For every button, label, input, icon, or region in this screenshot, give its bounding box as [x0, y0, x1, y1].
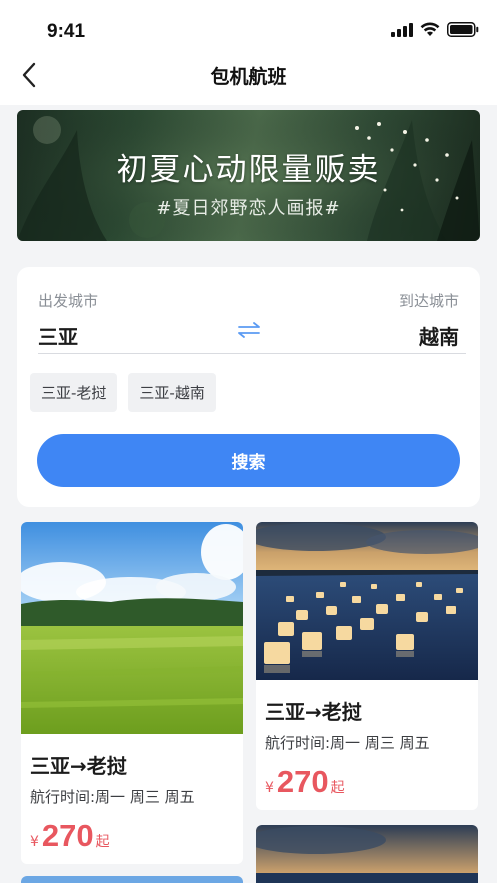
arrival-city-field[interactable]: 越南 [419, 321, 459, 350]
history-chip[interactable]: 三亚-越南 [128, 373, 216, 412]
route-schedule: 航行时间:周一 周三 周五 [265, 734, 430, 752]
swap-arrows-icon [238, 322, 260, 338]
route-title: 三亚→老挝 [265, 700, 362, 724]
lanterns-on-water-photo [256, 825, 478, 883]
flight-search-card: 出发城市 到达城市 三亚 越南 三亚-老挝 三亚-越南 搜索 [17, 267, 480, 507]
rice-field-photo [21, 522, 243, 734]
route-card[interactable]: 三亚→老挝 航行时间:周一 周三 周五 ¥ 270 起 [21, 522, 243, 864]
nav-bar: 包机航班 [0, 50, 497, 105]
price-suffix: 起 [95, 834, 110, 850]
route-price: ¥ 270 起 [30, 818, 110, 854]
search-button[interactable]: 搜索 [37, 434, 460, 487]
signal-icon [391, 22, 413, 37]
route-card[interactable]: 三亚→老挝 航行时间:周一 周三 周五 ¥ 270 起 [256, 522, 478, 810]
price-value: 270 [41, 818, 94, 853]
price-suffix: 起 [330, 780, 345, 796]
status-icons [391, 22, 479, 37]
route-price: ¥ 270 起 [265, 764, 345, 800]
price-value: 270 [276, 764, 329, 799]
route-card-partial[interactable] [256, 825, 478, 883]
battery-icon [447, 22, 479, 37]
divider [38, 353, 466, 354]
arrival-city-label: 到达城市 [398, 292, 459, 310]
route-schedule: 航行时间:周一 周三 周五 [30, 788, 195, 806]
history-chip[interactable]: 三亚-老挝 [30, 373, 118, 412]
lanterns-on-water-photo [256, 522, 478, 680]
search-history: 三亚-老挝 三亚-越南 [30, 373, 216, 412]
route-title: 三亚→老挝 [30, 754, 127, 778]
price-currency: ¥ [265, 780, 274, 796]
promo-banner[interactable]: 初夏心动限量贩卖 #夏日郊野恋人画报# [17, 110, 480, 241]
route-card-partial[interactable] [21, 876, 243, 883]
page-title: 包机航班 [210, 66, 287, 88]
departure-city-label: 出发城市 [38, 292, 99, 310]
swap-cities-button[interactable] [235, 320, 263, 340]
departure-city-field[interactable]: 三亚 [38, 321, 78, 350]
status-time: 9:41 [47, 21, 86, 42]
banner-title: 初夏心动限量贩卖 [116, 152, 381, 188]
price-currency: ¥ [30, 834, 39, 850]
banner-subtitle: #夏日郊野恋人画报# [156, 198, 341, 219]
wifi-icon [420, 22, 440, 36]
